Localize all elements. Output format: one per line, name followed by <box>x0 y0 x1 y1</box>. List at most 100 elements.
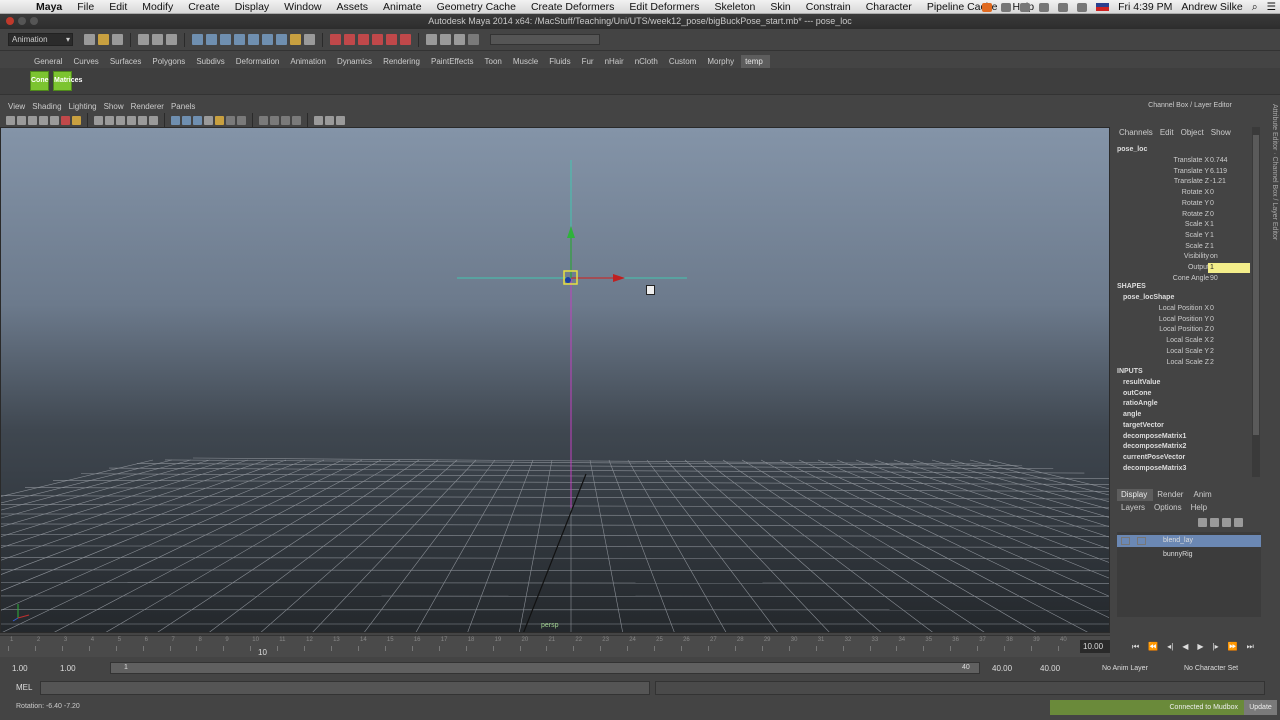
step-back-key-icon[interactable]: ⏪ <box>1148 642 1158 652</box>
snap-view-plane-icon[interactable] <box>372 34 383 45</box>
pick-handles-icon[interactable] <box>192 34 203 45</box>
wifi-icon[interactable] <box>1058 2 1069 12</box>
channel-label[interactable]: Scale X <box>1113 220 1209 230</box>
step-forward-key-icon[interactable]: ⏩ <box>1228 642 1238 652</box>
save-scene-icon[interactable] <box>112 34 123 45</box>
shelf-tab-temp[interactable]: temp <box>741 55 770 68</box>
field-chart-icon[interactable] <box>127 115 136 125</box>
step-back-frame-icon[interactable]: ◂| <box>1167 642 1173 652</box>
menu-geometry-cache[interactable]: Geometry Cache <box>429 1 523 13</box>
input-source-flag-icon[interactable] <box>1096 3 1110 11</box>
channel-label[interactable]: Visibility <box>1113 252 1209 262</box>
2d-pan-zoom-icon[interactable] <box>50 115 59 125</box>
shelf-tab-general[interactable]: General <box>30 55 69 68</box>
menu-display[interactable]: Display <box>227 1 276 13</box>
channel-value-field[interactable]: 90 <box>1208 274 1250 284</box>
shelf-tab-subdivs[interactable]: Subdivs <box>192 55 231 68</box>
menu-constrain[interactable]: Constrain <box>798 1 858 13</box>
menu-window[interactable]: Window <box>276 1 328 13</box>
channel-value-field[interactable]: 1 <box>1208 263 1250 273</box>
layer-tab-display[interactable]: Display <box>1117 489 1154 501</box>
channel-value-field[interactable]: 0 <box>1208 199 1250 209</box>
ipr-render-icon[interactable] <box>440 34 451 45</box>
step-forward-frame-icon[interactable]: |▸ <box>1213 642 1219 652</box>
character-set-dropdown[interactable]: No Character Set <box>1182 662 1278 675</box>
channel-label[interactable]: Rotate Z <box>1113 210 1209 220</box>
channel-value-field[interactable]: on <box>1208 252 1250 262</box>
channel-value-field[interactable]: 1 <box>1208 242 1250 252</box>
show-menu[interactable]: Show <box>1209 128 1236 137</box>
layer-name[interactable]: bunnyRig <box>1163 549 1193 561</box>
layer-name[interactable]: blend_lay <box>1163 535 1193 547</box>
shape-node-name[interactable]: pose_locShape <box>1123 294 1174 301</box>
menu-create-deformers[interactable]: Create Deformers <box>523 1 621 13</box>
xray-components-icon[interactable] <box>292 115 301 125</box>
app-menu[interactable]: Maya <box>28 1 69 13</box>
gate-mask-icon[interactable] <box>116 115 125 125</box>
camera-attributes-icon[interactable] <box>17 115 26 125</box>
channel-label[interactable]: Scale Y <box>1113 231 1209 241</box>
safe-title-icon[interactable] <box>149 115 158 125</box>
shelf-tab-fur[interactable]: Fur <box>578 55 601 68</box>
shelf-tab-deformation[interactable]: Deformation <box>232 55 287 68</box>
channel-value-field[interactable]: -1.21 <box>1208 177 1250 187</box>
app-status-icon[interactable] <box>982 2 993 12</box>
history-icon[interactable] <box>400 34 411 45</box>
channels-menu[interactable]: Channels <box>1117 128 1158 137</box>
shelf-button-cone[interactable]: Cone <box>30 71 49 91</box>
select-camera-icon[interactable] <box>6 115 15 125</box>
go-to-end-icon[interactable]: ⏭ <box>1247 642 1254 652</box>
shelf-tab-polygons[interactable]: Polygons <box>148 55 192 68</box>
bluetooth-icon[interactable] <box>1039 2 1050 12</box>
channel-label[interactable]: Rotate X <box>1113 188 1209 198</box>
more-tools-icon[interactable] <box>336 115 345 125</box>
pick-dynamics-icon[interactable] <box>262 34 273 45</box>
pick-misc-icon[interactable] <box>290 34 301 45</box>
menu-set-dropdown[interactable]: Animation <box>8 33 73 46</box>
menu-assets[interactable]: Assets <box>329 1 376 13</box>
menu-skin[interactable]: Skin <box>762 1 797 13</box>
make-live-icon[interactable] <box>386 34 397 45</box>
shape-channel-label[interactable]: Local Position X <box>1113 304 1209 314</box>
play-backward-icon[interactable]: ◀ <box>1182 642 1188 652</box>
script-language-toggle[interactable]: MEL <box>16 683 32 692</box>
snap-grid-icon[interactable] <box>330 34 341 45</box>
menu-modify[interactable]: Modify <box>134 1 180 13</box>
minimize-window-button[interactable] <box>18 17 26 25</box>
pick-joints-icon[interactable] <box>206 34 217 45</box>
animation-start-field[interactable]: 1.00 <box>10 662 50 675</box>
viewport-2-icon[interactable] <box>314 115 323 125</box>
shelf-tab-surfaces[interactable]: Surfaces <box>106 55 149 68</box>
input-node-item[interactable]: resultValue <box>1123 379 1160 386</box>
channel-label[interactable]: Translate X <box>1113 156 1209 166</box>
select-component-icon[interactable] <box>166 34 177 45</box>
menu-edit-deformers[interactable]: Edit Deformers <box>621 1 706 13</box>
shelf-tab-animation[interactable]: Animation <box>286 55 333 68</box>
layers-menu[interactable]: Layers <box>1118 503 1151 512</box>
pick-curves-icon[interactable] <box>220 34 231 45</box>
film-gate-icon[interactable] <box>94 115 103 125</box>
shelf-tab-custom[interactable]: Custom <box>665 55 704 68</box>
shape-channel-label[interactable]: Local Position Y <box>1113 315 1209 325</box>
layer-tab-render[interactable]: Render <box>1153 489 1189 501</box>
channel-label[interactable]: Translate Y <box>1113 167 1209 177</box>
spotlight-icon[interactable]: ⌕ <box>1252 1 1258 14</box>
update-button[interactable]: Update <box>1244 700 1277 715</box>
new-scene-icon[interactable] <box>84 34 95 45</box>
shape-channel-value-field[interactable]: 2 <box>1208 347 1250 357</box>
input-node-item[interactable]: decomposeMatrix3 <box>1123 465 1186 472</box>
scrollbar-thumb[interactable] <box>1253 135 1259 435</box>
shelf-tab-muscle[interactable]: Muscle <box>509 55 545 68</box>
shape-channel-value-field[interactable]: 2 <box>1208 358 1250 368</box>
layer-row-blend-lay[interactable]: blend_lay <box>1117 535 1261 547</box>
side-tab-attribute-editor[interactable]: Attribute Editor · Channel Box / Layer E… <box>1266 104 1278 284</box>
viewport-menu-view[interactable]: View <box>6 101 30 113</box>
shelf-button-matrices[interactable]: Matrices <box>53 71 82 91</box>
isolate-select-icon[interactable] <box>259 115 268 125</box>
clock[interactable]: Fri 4:39 PM <box>1118 1 1172 13</box>
viewport-menu-renderer[interactable]: Renderer <box>129 101 169 113</box>
render-frame-icon[interactable] <box>426 34 437 45</box>
pick-surfaces-icon[interactable] <box>234 34 245 45</box>
textured-icon[interactable] <box>204 115 213 125</box>
shape-channel-value-field[interactable]: 0 <box>1208 304 1250 314</box>
